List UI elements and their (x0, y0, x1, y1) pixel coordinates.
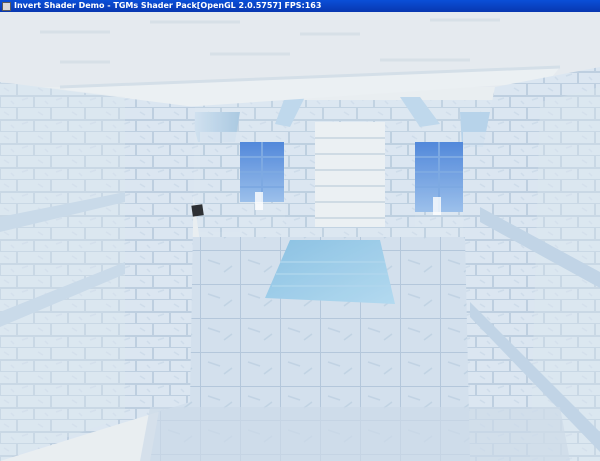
rendered-scene (0, 12, 600, 461)
game-viewport[interactable] (0, 12, 600, 461)
game-window: Invert Shader Demo - TGMs Shader Pack[Op… (0, 0, 600, 461)
title-bar[interactable]: Invert Shader Demo - TGMs Shader Pack[Op… (0, 0, 600, 12)
window-title: Invert Shader Demo - TGMs Shader Pack[Op… (14, 1, 322, 10)
app-icon (2, 1, 11, 11)
